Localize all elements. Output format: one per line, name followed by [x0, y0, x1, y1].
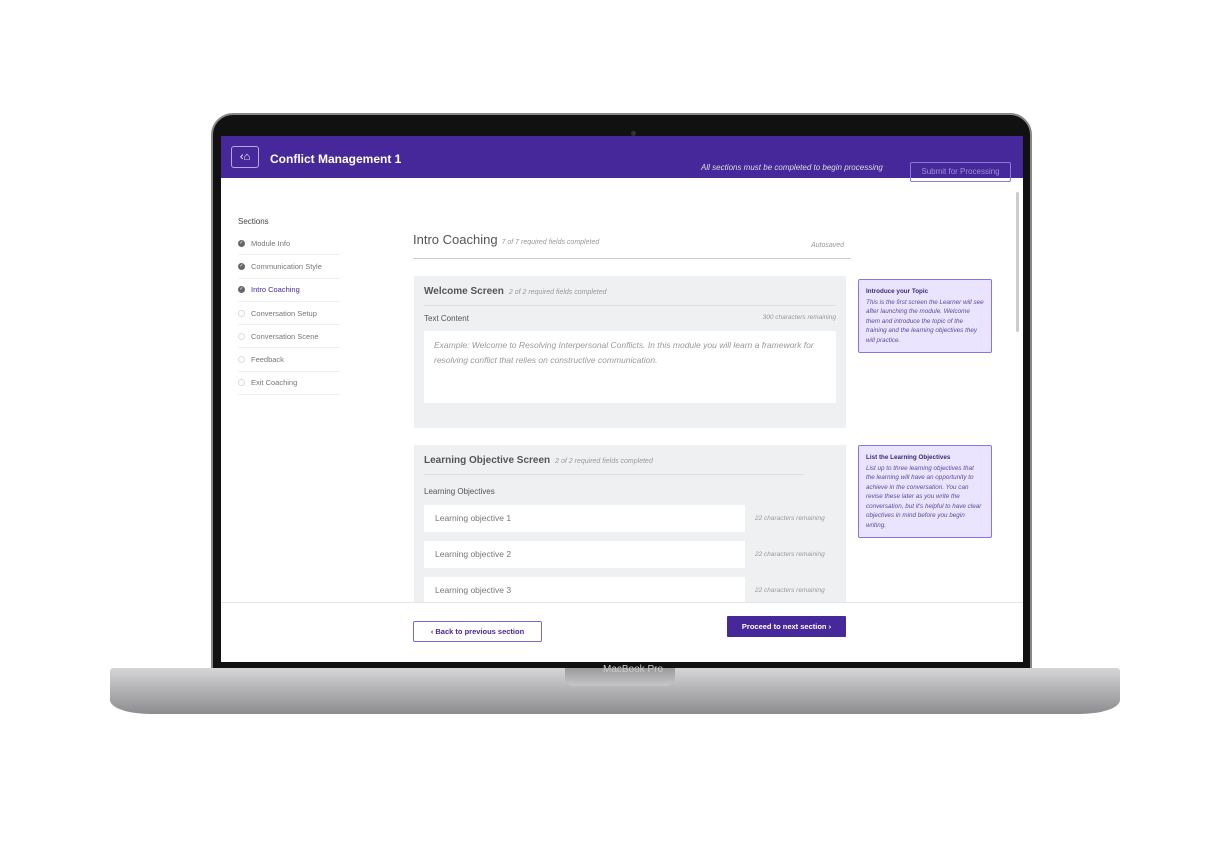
card-progress: 2 of 2 required fields completed: [508, 289, 607, 296]
text-content-input[interactable]: Example: Welcome to Resolving Interperso…: [424, 331, 836, 403]
sidebar-item-label: Conversation Setup: [251, 308, 317, 318]
divider: [424, 305, 836, 306]
sidebar-item-label: Intro Coaching: [251, 285, 300, 295]
tip-title: Introduce your Topic: [866, 288, 929, 295]
autosave-status: Autosaved: [811, 242, 845, 249]
app-screen: ‹⌂ Conflict Management 1 All sections mu…: [221, 136, 1023, 662]
submit-button[interactable]: Submit for Processing: [910, 162, 1011, 182]
tip-body: List up to three learning objectives tha…: [866, 464, 982, 529]
learning-objective-card: Learning Objective Screen 2 of 2 required…: [414, 445, 846, 615]
check-icon: ✓: [238, 262, 245, 270]
card-title: Learning Objective Screen 2 of 2 required…: [424, 455, 836, 466]
home-button[interactable]: ‹⌂: [231, 146, 259, 168]
sections-heading: Sections: [238, 217, 269, 226]
empty-circle-icon: [238, 379, 245, 387]
divider: [413, 258, 851, 259]
device-brand: MacBook Pro: [602, 664, 664, 675]
sidebar-item-intro-coaching[interactable]: ✓ Intro Coaching: [238, 279, 340, 302]
field-label-row: Text Content 300 characters remaining: [424, 314, 836, 323]
field-label: Learning Objectives: [424, 487, 495, 496]
card-progress: 2 of 2 required fields completed: [555, 458, 653, 465]
sidebar-item-communication-style[interactable]: ✓ Communication Style: [238, 255, 340, 279]
objective-row: Learning objective 3 22 characters remain…: [424, 577, 836, 604]
tip-body: This is the first screen the Learner wil…: [866, 298, 984, 344]
sidebar-item-label: Conversation Scene: [251, 331, 319, 341]
check-icon: ✓: [238, 239, 245, 247]
back-button[interactable]: ‹ Back to previous section: [413, 621, 542, 642]
tip-learning-objectives: List the Learning Objectives List up to t…: [858, 445, 992, 538]
tip-introduce-topic: Introduce your Topic This is the first sc…: [858, 279, 992, 353]
char-counter: 22 characters remaining: [755, 515, 825, 522]
welcome-screen-card: Welcome Screen 2 of 2 required fields com…: [414, 276, 846, 428]
sidebar-item-exit-coaching[interactable]: Exit Coaching: [238, 372, 340, 396]
tip-title: List the Learning Objectives: [866, 454, 951, 461]
header: ‹⌂ Conflict Management 1 All sections mu…: [221, 136, 1023, 182]
module-title: Conflict Management 1: [270, 152, 402, 166]
proceed-button[interactable]: Proceed to next section ›: [727, 616, 846, 637]
char-counter: 22 characters remaining: [755, 587, 825, 594]
objective-input-2[interactable]: Learning objective 2: [424, 541, 745, 568]
page-title-text: Intro Coaching: [413, 232, 498, 247]
sidebar-item-label: Communication Style: [251, 261, 322, 271]
card-title-text: Learning Objective Screen: [424, 455, 551, 466]
char-counter: 22 characters remaining: [755, 551, 825, 558]
sidebar-item-label: Exit Coaching: [251, 378, 298, 388]
sidebar-nav: ✓ Module Info ✓ Communication Style ✓ Intro…: [238, 232, 340, 396]
field-label: Text Content: [424, 314, 469, 323]
divider: [424, 474, 804, 475]
sidebar-item-label: Module Info: [251, 238, 291, 248]
card-title: Welcome Screen 2 of 2 required fields com…: [424, 286, 836, 297]
processing-warning: All sections must be completed to begin …: [701, 163, 883, 172]
page-title: Intro Coaching 7 of 7 required fields com…: [413, 232, 599, 247]
home-icon: ‹⌂: [239, 151, 251, 163]
sidebar-item-conversation-setup[interactable]: Conversation Setup: [238, 302, 340, 326]
char-counter: 300 characters remaining: [762, 314, 836, 321]
objective-input-1[interactable]: Learning objective 1: [424, 505, 745, 532]
empty-circle-icon: [238, 309, 245, 317]
empty-circle-icon: [238, 332, 245, 340]
sidebar-item-module-info[interactable]: ✓ Module Info: [238, 232, 340, 256]
sidebar-item-conversation-scene[interactable]: Conversation Scene: [238, 325, 340, 349]
sidebar-item-label: Feedback: [251, 355, 284, 365]
sidebar-item-feedback[interactable]: Feedback: [238, 348, 340, 372]
footer: ‹ Back to previous section Proceed to ne…: [221, 602, 1023, 662]
check-icon: ✓: [238, 286, 245, 294]
empty-circle-icon: [238, 356, 245, 364]
card-title-text: Welcome Screen: [424, 286, 504, 297]
objective-input-3[interactable]: Learning objective 3: [424, 577, 745, 604]
objective-row: Learning objective 2 22 characters remain…: [424, 541, 836, 568]
scrollbar[interactable]: [1016, 192, 1019, 332]
page-progress: 7 of 7 required fields completed: [501, 239, 600, 246]
objective-row: Learning objective 1 22 characters remain…: [424, 505, 836, 532]
